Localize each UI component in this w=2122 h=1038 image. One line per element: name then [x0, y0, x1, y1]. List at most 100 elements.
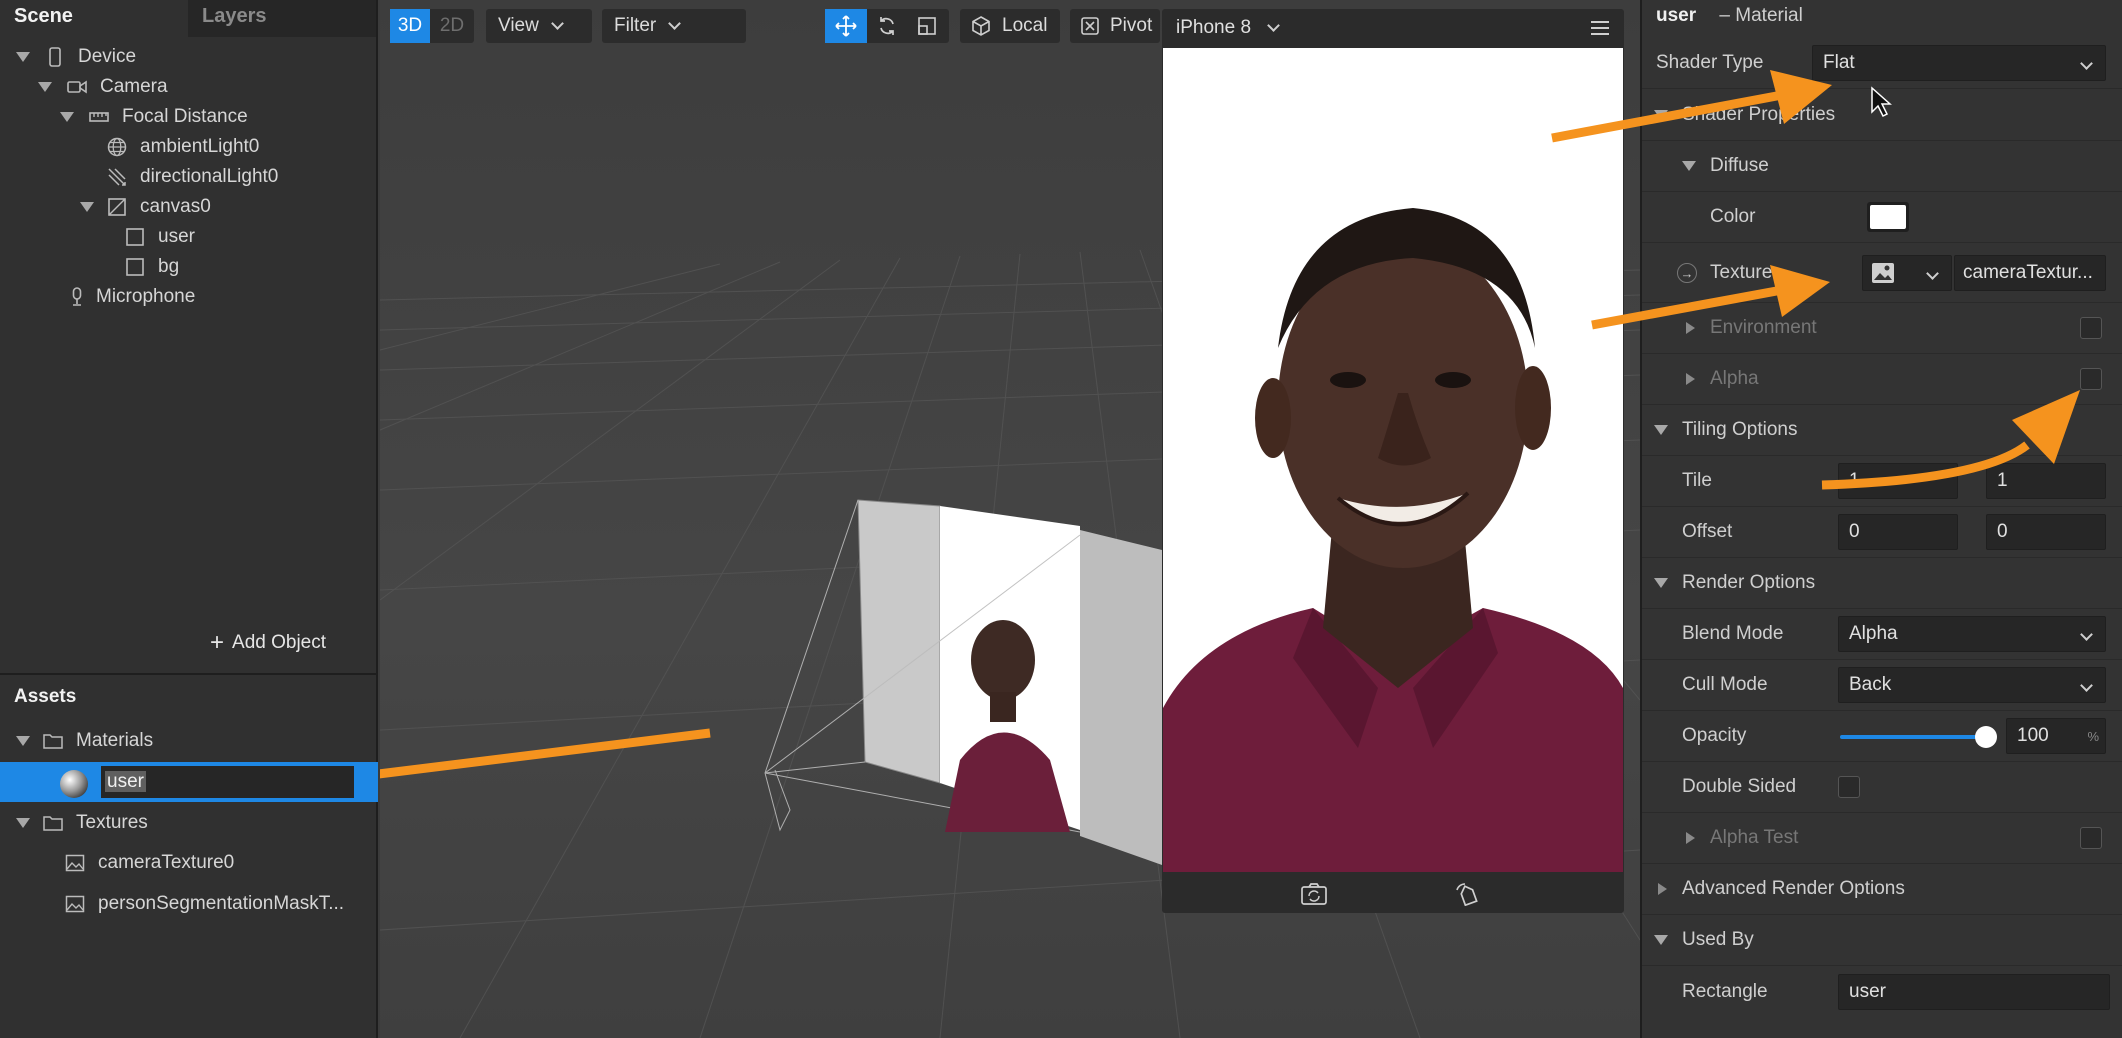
color-swatch-fill	[1870, 205, 1906, 229]
alpha-checkbox[interactable]	[2080, 368, 2102, 390]
double-sided-checkbox[interactable]	[1838, 776, 1860, 798]
folder-icon	[42, 730, 64, 752]
tile-row: Tile 1 1	[1642, 456, 2122, 507]
scene-tabs: Scene Layers	[0, 0, 376, 37]
texture-item[interactable]: cameraTexture0	[64, 843, 234, 883]
expand-triangle-icon[interactable]	[1654, 110, 1668, 120]
menu-icon[interactable]	[1590, 20, 1610, 42]
tile-x-input[interactable]: 1	[1838, 463, 1958, 499]
asset-rename-input[interactable]: user	[100, 765, 355, 799]
blend-mode-row: Blend Mode Alpha	[1642, 609, 2122, 660]
expand-triangle-icon[interactable]	[16, 818, 30, 828]
view-dropdown[interactable]: View	[486, 9, 592, 43]
image-icon	[64, 893, 86, 915]
tab-scene[interactable]: Scene	[0, 0, 188, 37]
add-object-button[interactable]: + Add Object	[210, 629, 326, 656]
tree-item-label: Camera	[100, 76, 168, 97]
expand-triangle-icon[interactable]	[16, 52, 30, 62]
color-swatch[interactable]	[1867, 202, 1909, 232]
tile-y-input[interactable]: 1	[1986, 463, 2106, 499]
canvas-icon	[106, 196, 128, 218]
pivot-icon	[1081, 17, 1099, 35]
pivot-toggle[interactable]: Pivot	[1070, 9, 1160, 43]
advanced-render-options-section[interactable]: Advanced Render Options	[1642, 864, 2122, 915]
tiling-options-section[interactable]: Tiling Options	[1642, 405, 2122, 456]
expand-triangle-icon[interactable]	[80, 202, 94, 212]
image-icon	[64, 852, 86, 874]
expand-triangle-icon[interactable]	[1686, 322, 1695, 334]
environment-row: Environment	[1642, 303, 2122, 354]
tree-item-label: ambientLight0	[140, 136, 260, 157]
expand-triangle-icon[interactable]	[1682, 161, 1696, 171]
rectangle-link-field[interactable]: user	[1838, 973, 2110, 1010]
opacity-row: Opacity 100 %	[1642, 711, 2122, 762]
view-mode-toggle: 3D 2D	[390, 9, 474, 43]
expand-triangle-icon[interactable]	[1686, 373, 1695, 385]
chevron-down-icon	[668, 17, 682, 30]
texture-value-field[interactable]: cameraTextur...	[1954, 254, 2106, 291]
opacity-slider-thumb[interactable]	[1975, 726, 1997, 748]
rectangle-row: Rectangle user	[1642, 966, 2122, 1017]
opacity-slider-track[interactable]	[1840, 735, 1980, 739]
switch-camera-icon[interactable]	[1300, 882, 1328, 911]
render-options-section[interactable]: Render Options	[1642, 558, 2122, 609]
cull-mode-dropdown[interactable]: Back	[1838, 667, 2106, 703]
phone-icon	[44, 46, 66, 68]
expand-triangle-icon[interactable]	[38, 82, 52, 92]
transform-tools	[825, 9, 949, 43]
tree-item-microphone[interactable]: Microphone	[66, 277, 195, 317]
cull-mode-row: Cull Mode Back	[1642, 660, 2122, 711]
alpha-test-checkbox[interactable]	[2080, 827, 2102, 849]
filter-dropdown[interactable]: Filter	[602, 9, 746, 43]
alpha-test-row: Alpha Test	[1642, 813, 2122, 864]
ar-studio-window: Scene Layers Device Camera Focal Distanc	[0, 0, 2122, 1038]
simulator-screen[interactable]	[1163, 48, 1623, 872]
expand-triangle-icon[interactable]	[60, 112, 74, 122]
rotate-icon	[880, 17, 894, 35]
assets-title: Assets	[14, 686, 77, 707]
double-sided-row: Double Sided	[1642, 762, 2122, 813]
plus-icon: +	[210, 629, 225, 656]
rotate-tool-button[interactable]	[867, 9, 907, 43]
used-by-section[interactable]: Used By	[1642, 915, 2122, 966]
material-sphere-icon	[60, 770, 88, 798]
expand-triangle-icon[interactable]	[1658, 883, 1667, 895]
expand-triangle-icon[interactable]	[1686, 832, 1695, 844]
shader-type-row: Shader Type Flat	[1642, 38, 2122, 89]
inspector-panel: user – Material Shader Type Flat Shader …	[1551, 0, 2122, 1038]
shader-type-dropdown[interactable]: Flat	[1812, 45, 2106, 81]
scale-tool-button[interactable]	[907, 9, 947, 43]
camera-icon	[66, 76, 88, 98]
offset-y-input[interactable]: 0	[1986, 514, 2106, 550]
tab-layers[interactable]: Layers	[188, 0, 376, 37]
environment-checkbox[interactable]	[2080, 317, 2102, 339]
connect-arrow-icon[interactable]: →	[1677, 263, 1697, 283]
expand-triangle-icon[interactable]	[1654, 578, 1668, 588]
move-tool-button[interactable]	[825, 9, 867, 43]
tree-item-label: directionalLight0	[140, 166, 279, 187]
tree-item-label: Device	[78, 46, 137, 67]
microphone-icon	[66, 286, 88, 308]
device-selector[interactable]: iPhone 8	[1176, 17, 1251, 39]
expand-triangle-icon[interactable]	[1654, 935, 1668, 945]
diffuse-section[interactable]: Diffuse	[1642, 141, 2122, 192]
local-space-toggle[interactable]: Local	[960, 9, 1060, 43]
chevron-down-icon[interactable]	[1267, 19, 1280, 32]
mode-3d-button[interactable]: 3D	[390, 9, 430, 43]
expand-triangle-icon[interactable]	[16, 736, 30, 746]
blend-mode-dropdown[interactable]: Alpha	[1838, 616, 2106, 652]
offset-x-input[interactable]: 0	[1838, 514, 1958, 550]
tree-item-label: canvas0	[140, 196, 211, 217]
assets-folder-materials[interactable]: Materials	[16, 721, 153, 761]
shader-properties-section[interactable]: Shader Properties	[1642, 90, 2122, 141]
rotate-device-icon[interactable]	[1454, 882, 1480, 911]
texture-picker-button[interactable]	[1862, 254, 1952, 291]
color-row: Color	[1642, 192, 2122, 243]
opacity-input[interactable]: 100 %	[2006, 718, 2106, 754]
expand-triangle-icon[interactable]	[1654, 425, 1668, 435]
texture-item[interactable]: personSegmentationMaskT...	[64, 884, 344, 924]
globe-icon	[106, 136, 128, 158]
assets-folder-textures[interactable]: Textures	[16, 803, 148, 843]
mode-2d-button[interactable]: 2D	[430, 9, 474, 43]
simulator-header: iPhone 8	[1162, 9, 1624, 47]
